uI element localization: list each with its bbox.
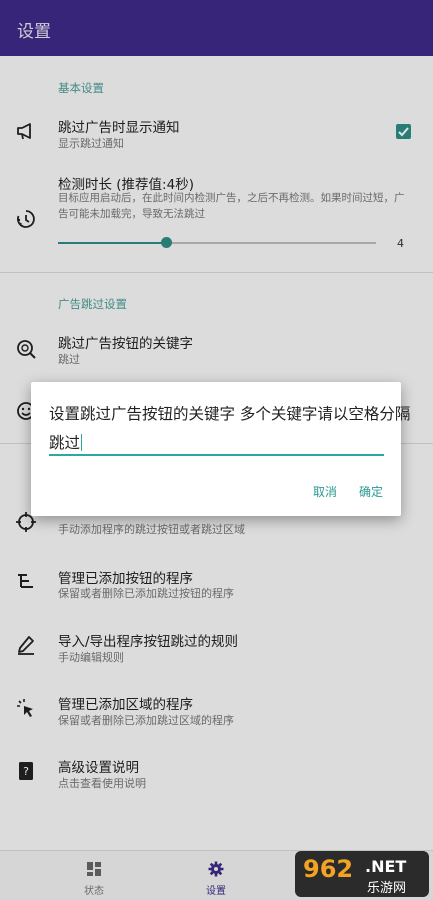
- cancel-button[interactable]: 取消: [313, 483, 337, 500]
- confirm-button[interactable]: 确定: [359, 483, 383, 500]
- watermark-cn: 乐游网: [367, 881, 407, 896]
- text-caret: [81, 434, 83, 451]
- keyword-dialog: 设置跳过广告按钮的关键字 多个关键字请以空格分隔 跳过 取消 确定: [31, 382, 410, 516]
- watermark-logo: 962 .NET 乐游网: [295, 851, 429, 897]
- dialog-title: 设置跳过广告按钮的关键字 多个关键字请以空格分隔: [49, 405, 411, 423]
- watermark-net: .NET: [365, 857, 407, 876]
- watermark-number: 962: [303, 855, 354, 883]
- keyword-input-value: 跳过: [49, 434, 81, 452]
- keyword-input[interactable]: 跳过: [49, 428, 384, 456]
